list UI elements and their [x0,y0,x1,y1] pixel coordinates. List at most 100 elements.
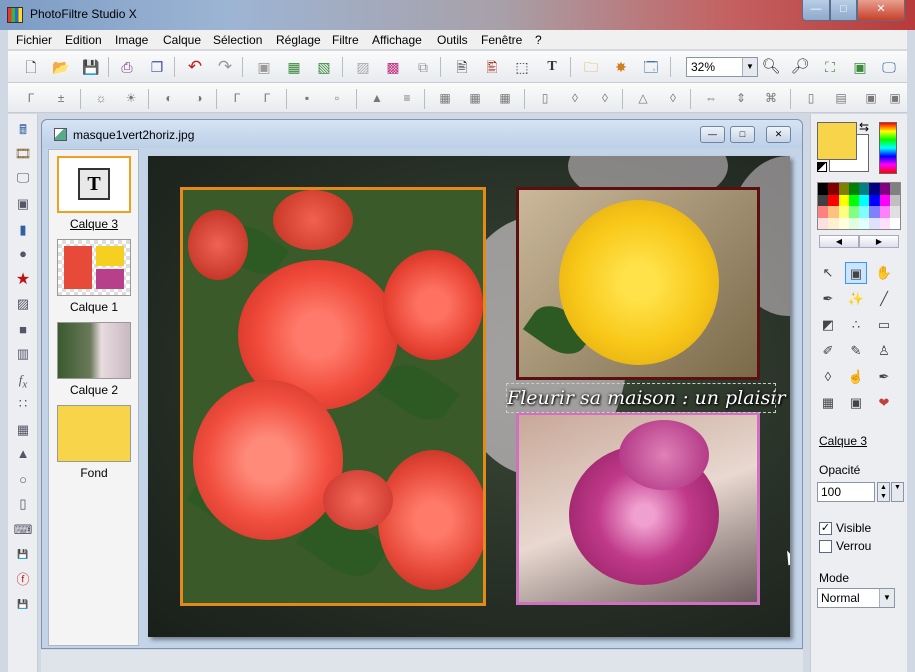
menu-reglage[interactable]: Réglage [276,33,321,47]
menu-fichier[interactable]: Fichier [16,33,52,47]
flip-vertical-icon[interactable]: ⇕ [730,87,752,109]
display-icon[interactable]: 🖵 [878,56,900,78]
sphere-icon[interactable]: ● [13,244,33,264]
explorer-icon[interactable]: 🗀 [580,56,602,78]
open-icon[interactable]: 📂 [50,56,72,78]
lock-checkbox[interactable] [819,540,832,553]
fullscreen-icon[interactable]: ▣ [849,56,871,78]
scan-icon[interactable]: ❐ [146,56,168,78]
minimize-button[interactable]: — [802,0,830,21]
menu-outils[interactable]: Outils [437,33,468,47]
spray-icon[interactable]: ∴ [845,314,867,336]
eyedropper-icon[interactable]: ✒ [817,288,839,310]
batch-icon[interactable]: 🗔 [640,56,662,78]
text-layer-caption[interactable]: Fleurir sa maison : un plaisir [506,383,786,413]
image-size-icon[interactable]: ▣ [860,87,882,109]
eraser-icon[interactable]: ▭ [873,314,895,336]
triangle-icon[interactable]: △ [632,87,654,109]
opacity-spinner-down[interactable]: ▲ ▼ [877,482,890,502]
plugin-icon[interactable]: ✸ [610,56,632,78]
menu-filtre[interactable]: Filtre [332,33,359,47]
flip-horizontal-icon[interactable]: ⇔ [700,87,722,109]
saturation-down-icon[interactable]: ▪ [296,87,318,109]
paste-new-icon[interactable]: ▣ [253,56,275,78]
magic-wand-icon[interactable]: ✨ [845,288,867,310]
menu-edition[interactable]: Edition [65,33,102,47]
doc-close-button[interactable]: ✕ [766,126,791,143]
gradient-icon[interactable]: ▨ [352,56,374,78]
menu-selection[interactable]: Sélection [213,33,262,47]
drop-2-icon[interactable]: ◊ [594,87,616,109]
brightness-down-icon[interactable]: ☼ [90,87,112,109]
menu-help[interactable]: ? [535,33,542,47]
selection-icon[interactable]: ⬚ [511,56,533,78]
blend-mode-select[interactable]: Normal ▼ [817,588,895,608]
foreground-color-swatch[interactable] [817,122,857,160]
default-colors-icon[interactable] [817,162,827,172]
filter-grid-3-icon[interactable]: ▦ [494,87,516,109]
grid-icon[interactable]: ▦ [13,420,33,440]
auto-contrast-icon[interactable]: ± [50,87,72,109]
tank-icon[interactable]: ▮ [13,220,33,240]
maximize-button[interactable]: □ [830,0,857,21]
pattern-icon[interactable]: ▦ [817,392,839,414]
import-icon[interactable]: ▦ [283,56,305,78]
filter-page-icon[interactable]: ▯ [534,87,556,109]
opacity-slider-button[interactable]: ▼ [891,482,904,502]
zoom-in-icon[interactable]: 🔍︎ [760,56,782,78]
levels-icon[interactable]: ≡ [396,87,418,109]
color-palette[interactable] [817,182,901,230]
frame-icon[interactable]: ▣ [13,194,33,214]
rotate-filter-icon[interactable]: ⌘ [760,87,782,109]
pointer-icon[interactable]: ↖ [817,262,839,284]
zoom-out-icon[interactable]: 🔎︎ [789,56,811,78]
contrast-down-icon[interactable]: ◐ [158,87,180,109]
brush-icon[interactable]: ✐ [817,340,839,362]
chevron-down-icon[interactable]: ▼ [879,589,894,607]
print-icon[interactable]: ⎙ [116,56,138,78]
page-icon[interactable]: ▯ [800,87,822,109]
flash-icon[interactable]: ⓕ [13,570,33,590]
mountain-icon[interactable]: ▲ [13,444,33,464]
keyboard-icon[interactable]: ⌨ [13,520,33,540]
menu-fenetre[interactable]: Fenêtre [481,33,522,47]
contrast-up-icon[interactable]: ◑ [188,87,210,109]
calculator-icon[interactable]: 🖩 [13,120,33,140]
menu-calque[interactable]: Calque [163,33,201,47]
canvas-size-icon[interactable]: ▣ [884,87,906,109]
save-icon[interactable]: 💾 [80,56,102,78]
menu-affichage[interactable]: Affichage [372,33,422,47]
gamma-down-icon[interactable]: Γ [226,87,248,109]
new-icon[interactable]: 🗋 [20,56,42,78]
color-spectrum[interactable] [879,122,897,174]
layer-thumbnail[interactable] [57,405,131,462]
drop-3-icon[interactable]: ◊ [662,87,684,109]
saturation-up-icon[interactable]: ▫ [326,87,348,109]
heal-icon[interactable]: ❤ [873,392,895,414]
image-canvas[interactable]: Fleurir sa maison : un plaisir [148,156,790,637]
clone-icon[interactable]: ✒ [873,366,895,388]
blur-icon[interactable]: ◊ [817,366,839,388]
histogram-icon[interactable]: ▲ [366,87,388,109]
pattern-circles-icon[interactable]: ∷ [13,394,33,414]
chevron-down-icon[interactable]: ▼ [742,58,757,76]
fill-icon[interactable]: ◩ [817,314,839,336]
opacity-field[interactable]: 100 [817,482,875,502]
page-2-icon[interactable]: ▤ [830,87,852,109]
drop-icon[interactable]: ◊ [564,87,586,109]
circle-icon[interactable]: ○ [13,470,33,490]
save-html-icon[interactable]: 💾 [13,594,33,614]
filter-grid-1-icon[interactable]: ▦ [434,87,456,109]
image-icon[interactable]: ▣ [845,392,867,414]
doc-minimize-button[interactable]: — [700,126,725,143]
palette-prev-button[interactable]: ◀ [819,235,859,248]
selection-tool-icon[interactable]: ▣ [845,262,867,284]
undo-icon[interactable]: ↶ [184,56,206,78]
redo-icon[interactable]: ↷ [214,56,236,78]
palette-next-button[interactable]: ▶ [859,235,899,248]
visible-checkbox[interactable]: ✓ [819,522,832,535]
line-icon[interactable]: ╱ [873,288,895,310]
doc-restore-button[interactable]: □ [730,126,755,143]
fx-icon[interactable]: fx [13,370,33,391]
smudge-icon[interactable]: ☝ [845,366,867,388]
